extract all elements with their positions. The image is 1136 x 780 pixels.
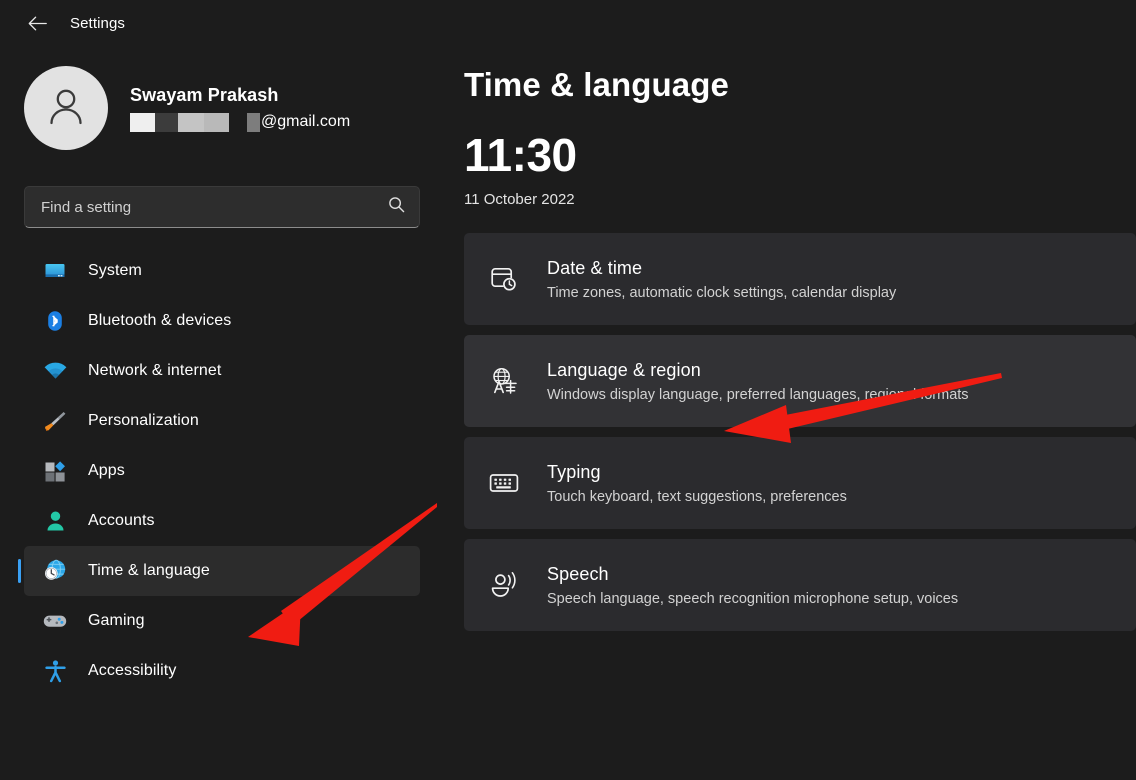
sidebar-item-label: Gaming bbox=[88, 612, 145, 629]
account-block[interactable]: Swayam Prakash @gmail.com bbox=[0, 60, 446, 156]
sidebar-item-label: Network & internet bbox=[88, 362, 222, 379]
current-time: 11:30 bbox=[464, 129, 577, 181]
settings-card-list: Date & time Time zones, automatic clock … bbox=[464, 233, 1136, 631]
card-subtitle: Windows display language, preferred lang… bbox=[547, 386, 969, 403]
sidebar-item-label: Personalization bbox=[88, 412, 199, 429]
account-name: Swayam Prakash bbox=[130, 84, 279, 105]
card-text: Date & time Time zones, automatic clock … bbox=[547, 258, 896, 301]
app-title: Settings bbox=[70, 14, 125, 32]
sidebar-nav: System Bluetooth & devices Network & int… bbox=[0, 246, 446, 696]
monitor-icon bbox=[42, 258, 68, 284]
card-text: Language & region Windows display langua… bbox=[547, 360, 969, 403]
card-title: Date & time bbox=[547, 257, 643, 278]
account-email: @gmail.com bbox=[130, 112, 351, 132]
card-title: Speech bbox=[547, 563, 609, 584]
apps-grid-icon bbox=[42, 458, 68, 484]
keyboard-icon bbox=[487, 466, 521, 500]
card-speech[interactable]: Speech Speech language, speech recogniti… bbox=[464, 539, 1136, 631]
bluetooth-icon bbox=[42, 308, 68, 334]
title-bar: Settings bbox=[0, 0, 1136, 46]
sidebar-item-label: Accessibility bbox=[88, 662, 177, 679]
back-arrow-icon bbox=[28, 16, 47, 31]
redaction-block bbox=[130, 112, 155, 132]
redaction-block bbox=[178, 112, 204, 132]
sidebar: Swayam Prakash @gmail.com Find a setting… bbox=[0, 46, 446, 780]
search-input[interactable] bbox=[41, 198, 388, 216]
avatar bbox=[24, 66, 108, 150]
redaction-block bbox=[204, 112, 229, 132]
speech-person-icon bbox=[487, 568, 521, 602]
wifi-icon bbox=[42, 358, 68, 384]
gamepad-icon bbox=[42, 608, 68, 634]
card-subtitle: Time zones, automatic clock settings, ca… bbox=[547, 284, 897, 301]
search-box[interactable] bbox=[24, 186, 420, 228]
sidebar-item-gaming[interactable]: Gaming bbox=[24, 596, 420, 646]
sidebar-item-apps[interactable]: Apps bbox=[24, 446, 420, 496]
globe-language-icon bbox=[487, 364, 521, 398]
window-body: Swayam Prakash @gmail.com Find a setting… bbox=[0, 46, 1136, 780]
card-date-and-time[interactable]: Date & time Time zones, automatic clock … bbox=[464, 233, 1136, 325]
back-button[interactable] bbox=[22, 8, 52, 38]
sidebar-item-accessibility[interactable]: Accessibility bbox=[24, 646, 420, 696]
account-text: Swayam Prakash @gmail.com bbox=[130, 85, 350, 132]
settings-window: Settings Swayam Prakash @gmail.com Find … bbox=[0, 0, 1136, 780]
calendar-clock-icon bbox=[487, 262, 521, 296]
person-avatar-icon bbox=[42, 82, 90, 135]
sidebar-item-label: Time & language bbox=[88, 562, 210, 579]
card-text: Speech Speech language, speech recogniti… bbox=[547, 564, 958, 607]
card-title: Language & region bbox=[547, 359, 701, 380]
card-text: Typing Touch keyboard, text suggestions,… bbox=[547, 462, 847, 505]
sidebar-item-network-internet[interactable]: Network & internet bbox=[24, 346, 420, 396]
card-subtitle: Speech language, speech recognition micr… bbox=[547, 590, 959, 607]
card-subtitle: Touch keyboard, text suggestions, prefer… bbox=[547, 488, 847, 505]
sidebar-item-bluetooth-devices[interactable]: Bluetooth & devices bbox=[24, 296, 420, 346]
page-title: Time & language bbox=[464, 66, 729, 103]
redaction-block bbox=[155, 112, 178, 132]
main-content: Time & language 11:30 11 October 2022 Da… bbox=[446, 46, 1136, 780]
card-typing[interactable]: Typing Touch keyboard, text suggestions,… bbox=[464, 437, 1136, 529]
sidebar-item-accounts[interactable]: Accounts bbox=[24, 496, 420, 546]
globe-clock-icon bbox=[42, 558, 68, 584]
card-title: Typing bbox=[547, 461, 601, 482]
sidebar-item-system[interactable]: System bbox=[24, 246, 420, 296]
card-language-and-region[interactable]: Language & region Windows display langua… bbox=[464, 335, 1136, 427]
sidebar-item-personalization[interactable]: Personalization bbox=[24, 396, 420, 446]
email-domain: @gmail.com bbox=[261, 113, 351, 130]
sidebar-item-time-language[interactable]: Time & language bbox=[18, 546, 420, 596]
sidebar-item-label: System bbox=[88, 262, 142, 279]
sidebar-item-label: Bluetooth & devices bbox=[88, 312, 232, 329]
sidebar-item-label: Accounts bbox=[88, 512, 155, 529]
accessibility-icon bbox=[42, 658, 68, 684]
paintbrush-icon bbox=[42, 408, 68, 434]
sidebar-item-label: Apps bbox=[88, 462, 125, 479]
search-icon[interactable] bbox=[388, 196, 405, 218]
person-icon bbox=[42, 508, 68, 534]
current-date: 11 October 2022 bbox=[464, 191, 575, 208]
redaction-block bbox=[247, 112, 260, 132]
